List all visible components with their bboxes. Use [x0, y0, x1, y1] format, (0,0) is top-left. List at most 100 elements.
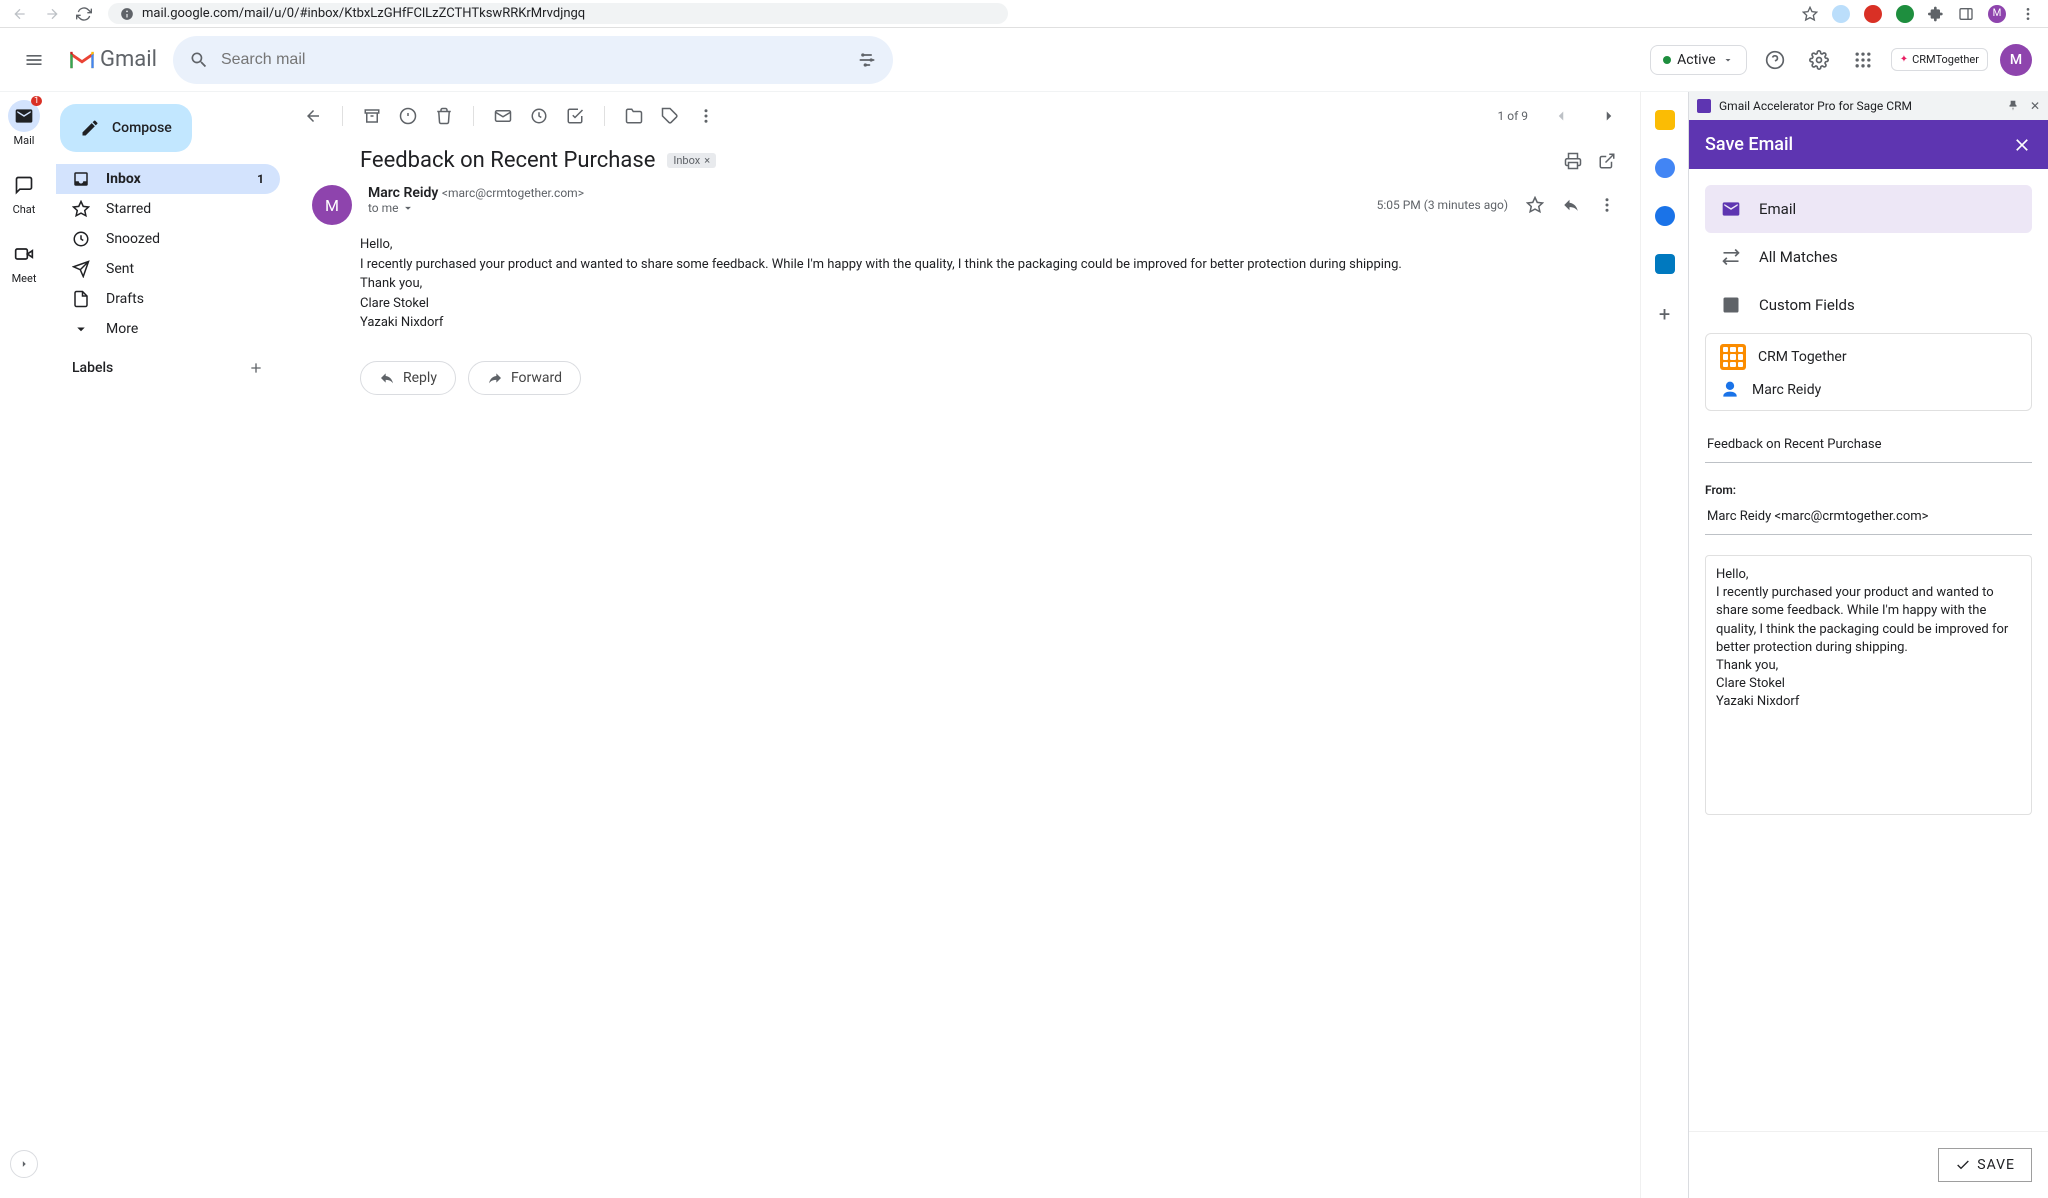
ext-icon-3[interactable]	[1896, 5, 1914, 23]
nav-more[interactable]: More	[56, 314, 280, 344]
archive-icon[interactable]	[363, 107, 381, 125]
tab-custom-fields[interactable]: Custom Fields	[1705, 281, 2032, 329]
collapse-rail-button[interactable]	[10, 1150, 38, 1178]
back-icon[interactable]	[304, 107, 322, 125]
nav-snoozed[interactable]: Snoozed	[56, 224, 280, 254]
nav-sent[interactable]: Sent	[56, 254, 280, 284]
reply-icon[interactable]	[1562, 196, 1580, 214]
forward-button[interactable]: Forward	[468, 361, 581, 395]
person-row[interactable]: Marc Reidy	[1706, 380, 2031, 410]
profile-ext-icon[interactable]	[1832, 5, 1850, 23]
print-icon[interactable]	[1564, 152, 1582, 170]
gmail-logo-icon	[68, 49, 96, 71]
extension-footer: SAVE	[1689, 1131, 2048, 1198]
close-panel-icon[interactable]	[2012, 135, 2032, 155]
mark-unread-icon[interactable]	[494, 107, 512, 125]
browser-chrome: mail.google.com/mail/u/0/#inbox/KtbxLzGH…	[0, 0, 2048, 28]
nav-inbox[interactable]: Inbox 1	[56, 164, 280, 194]
star-icon[interactable]	[1802, 6, 1818, 22]
nav-drafts[interactable]: Drafts	[56, 284, 280, 314]
ext-icon-2[interactable]	[1864, 5, 1882, 23]
active-label: Active	[1677, 52, 1716, 68]
message-header: Feedback on Recent Purchase Inbox ×	[288, 140, 1640, 173]
open-window-icon[interactable]	[1598, 152, 1616, 170]
company-icon	[1720, 344, 1746, 370]
subject: Feedback on Recent Purchase	[360, 148, 655, 173]
search-icon[interactable]	[189, 50, 209, 70]
to-line[interactable]: to me	[368, 201, 1361, 215]
rail-mail[interactable]: 1 Mail	[8, 100, 40, 147]
more-message-icon[interactable]	[1598, 196, 1616, 214]
chrome-menu-icon[interactable]	[2020, 6, 2036, 22]
contacts-icon[interactable]	[1655, 206, 1675, 226]
extension-app-icon	[1697, 99, 1711, 113]
clock-icon	[72, 230, 90, 248]
url-bar[interactable]: mail.google.com/mail/u/0/#inbox/KtbxLzGH…	[108, 3, 1008, 24]
active-status[interactable]: Active	[1650, 45, 1747, 75]
chevron-down-icon	[401, 201, 415, 215]
reply-row: Reply Forward	[288, 353, 1640, 395]
file-icon	[72, 290, 90, 308]
more-icon[interactable]	[697, 107, 715, 125]
keep-icon[interactable]	[1655, 110, 1675, 130]
delete-icon[interactable]	[435, 107, 453, 125]
body-textarea[interactable]: Hello, I recently purchased your product…	[1705, 555, 2032, 815]
left-rail: 1 Mail Chat Meet	[0, 92, 48, 1198]
url-text: mail.google.com/mail/u/0/#inbox/KtbxLzGH…	[142, 6, 585, 21]
star-message-icon[interactable]	[1526, 196, 1544, 214]
match-card: CRM Together Marc Reidy	[1705, 333, 2032, 411]
close-titlebar-icon[interactable]: ✕	[2030, 99, 2040, 113]
company-row[interactable]: CRM Together	[1706, 334, 2031, 380]
trello-icon[interactable]	[1655, 254, 1675, 274]
back-arrow-icon[interactable]	[12, 6, 28, 22]
support-icon[interactable]	[1759, 44, 1791, 76]
add-label-icon[interactable]	[248, 360, 264, 376]
rail-chat[interactable]: Chat	[8, 169, 40, 216]
pencil-icon	[80, 118, 100, 138]
chip-close-icon[interactable]: ×	[704, 154, 710, 167]
tab-all-matches[interactable]: All Matches	[1705, 233, 2032, 281]
main-menu-icon[interactable]	[16, 42, 52, 78]
prev-icon[interactable]	[1546, 107, 1576, 125]
search-options-icon[interactable]	[857, 50, 877, 70]
from-field[interactable]: Marc Reidy <marc@crmtogether.com>	[1705, 499, 2032, 535]
snooze-icon[interactable]	[530, 107, 548, 125]
inbox-chip[interactable]: Inbox ×	[667, 153, 716, 168]
save-button[interactable]: SAVE	[1938, 1148, 2032, 1182]
sidebar: Compose Inbox 1 Starred Snoozed Sent Dra…	[48, 92, 288, 1198]
forward-icon	[487, 370, 503, 386]
forward-arrow-icon[interactable]	[44, 6, 60, 22]
gmail-logo-text: Gmail	[100, 47, 157, 72]
side-panel-icon[interactable]	[1958, 6, 1974, 22]
pin-icon[interactable]	[2006, 99, 2020, 113]
extension-panel: Gmail Accelerator Pro for Sage CRM ✕ Sav…	[1688, 92, 2048, 1198]
add-addon-icon[interactable]: +	[1659, 302, 1670, 326]
search-box[interactable]	[173, 36, 893, 84]
chevron-down-icon	[1722, 54, 1734, 66]
reload-icon[interactable]	[76, 6, 92, 22]
site-info-icon[interactable]	[120, 7, 134, 21]
next-icon[interactable]	[1594, 107, 1624, 125]
search-input[interactable]	[221, 51, 845, 69]
sender-row: M Marc Reidy <marc@crmtogether.com> to m…	[288, 173, 1640, 225]
tab-email[interactable]: Email	[1705, 185, 2032, 233]
extension-titlebar: Gmail Accelerator Pro for Sage CRM ✕	[1689, 92, 2048, 120]
crm-together-badge[interactable]: ✦ CRMTogether	[1891, 48, 1988, 71]
tasks-icon[interactable]	[1655, 158, 1675, 178]
account-avatar[interactable]: M	[2000, 44, 2032, 76]
move-icon[interactable]	[625, 107, 643, 125]
nav-starred[interactable]: Starred	[56, 194, 280, 224]
compose-button[interactable]: Compose	[60, 104, 192, 152]
add-task-icon[interactable]	[566, 107, 584, 125]
subject-field[interactable]: Feedback on Recent Purchase	[1705, 427, 2032, 463]
reply-button[interactable]: Reply	[360, 361, 456, 395]
sender-avatar[interactable]: M	[312, 185, 352, 225]
spam-icon[interactable]	[399, 107, 417, 125]
profile-avatar-icon[interactable]: M	[1988, 5, 2006, 23]
rail-meet[interactable]: Meet	[8, 238, 40, 285]
label-icon[interactable]	[661, 107, 679, 125]
settings-icon[interactable]	[1803, 44, 1835, 76]
extensions-icon[interactable]	[1928, 6, 1944, 22]
apps-icon[interactable]	[1847, 44, 1879, 76]
gmail-logo[interactable]: Gmail	[68, 47, 157, 72]
